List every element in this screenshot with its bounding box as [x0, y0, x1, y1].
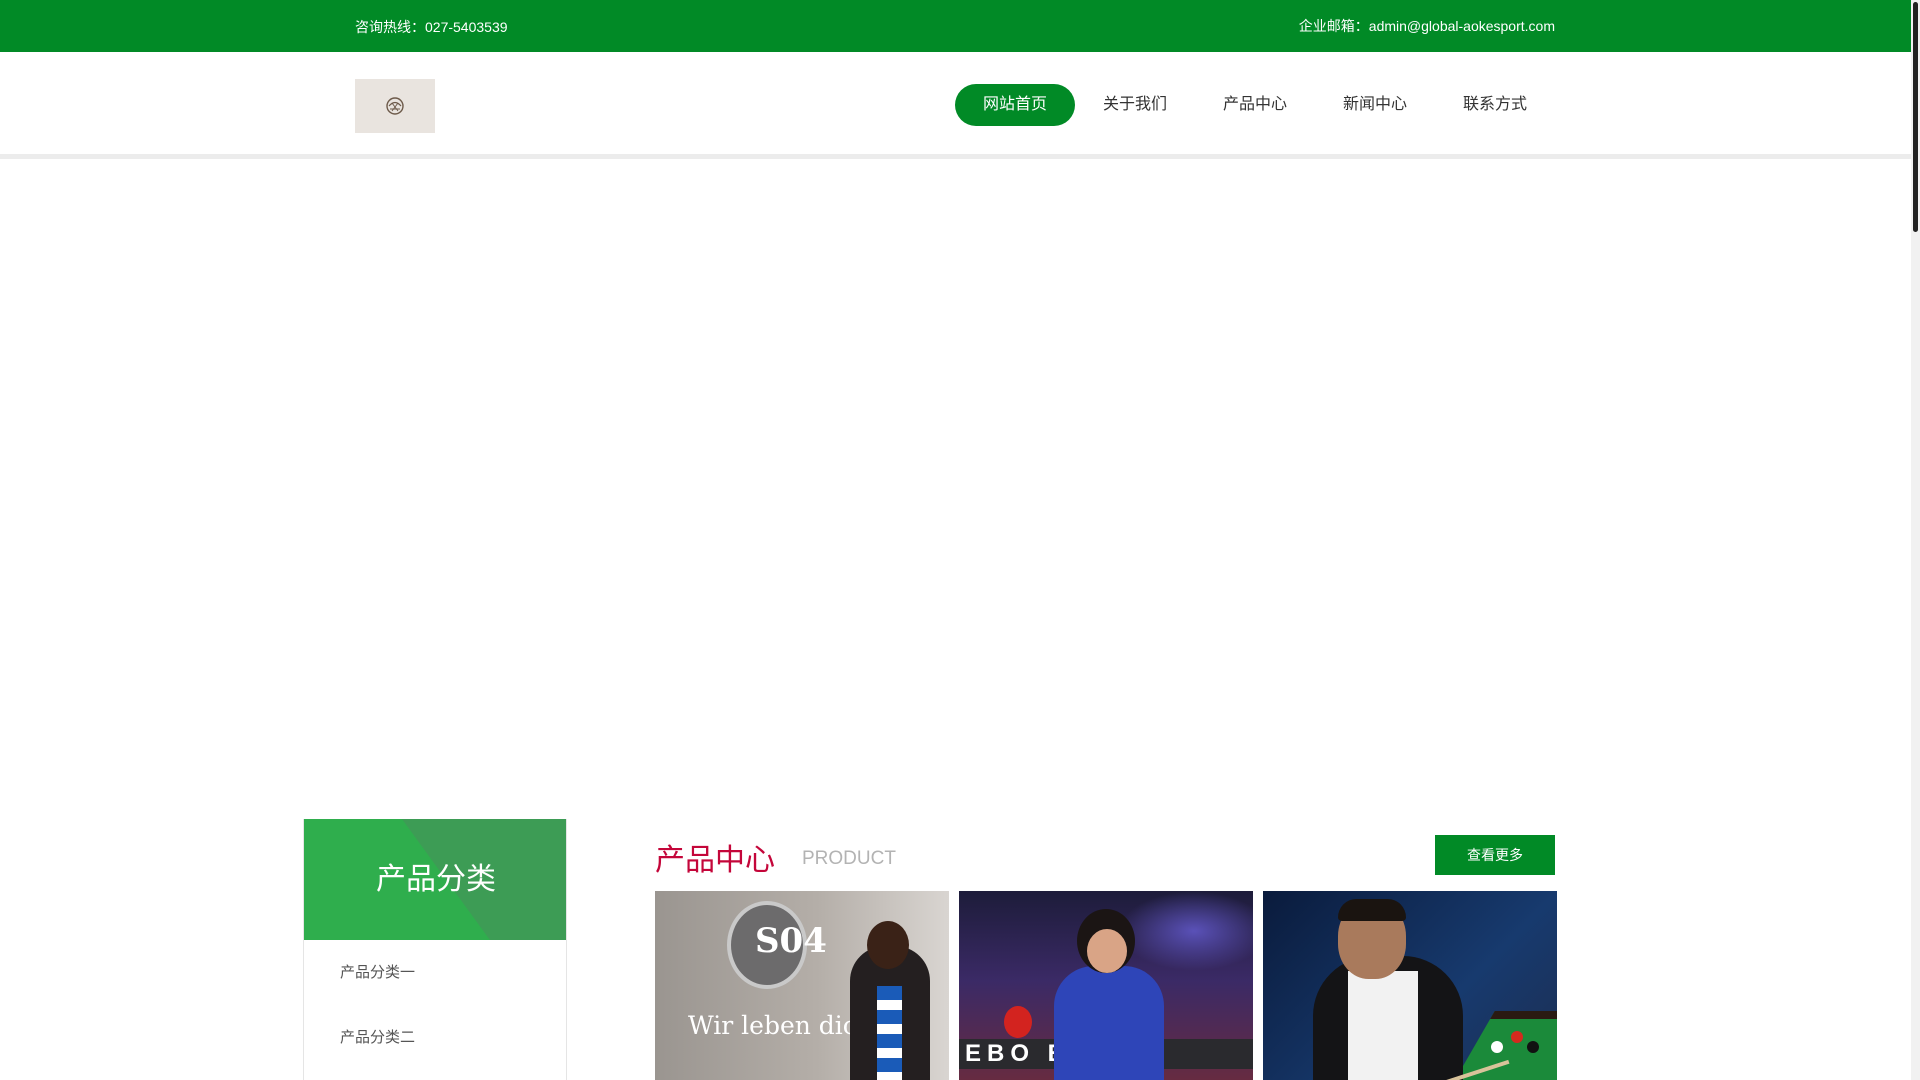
sidebar-title: 产品分类 [376, 863, 496, 896]
scrollbar-thumb[interactable] [1913, 2, 1918, 232]
nav-item-products[interactable]: 产品中心 [1195, 84, 1315, 126]
wall-slogan-text: Wir leben dich [688, 1011, 873, 1040]
sidebar-header: 产品分类 [304, 819, 566, 940]
player-hair [1338, 899, 1406, 921]
nav-item-about[interactable]: 关于我们 [1075, 84, 1195, 126]
product-card-1[interactable]: S04 Wir leben dich [655, 891, 949, 1080]
player-body [1054, 966, 1164, 1080]
player-shirt [1348, 971, 1418, 1080]
hotline-text: 咨询热线：027-5403539 [355, 19, 508, 35]
section-subtitle: PRODUCT [802, 848, 896, 869]
billiard-ball [1491, 1041, 1503, 1053]
paddle-image [1004, 1006, 1032, 1038]
main-nav: 网站首页 关于我们 产品中心 新闻中心 联系方式 [955, 84, 1555, 126]
site-logo[interactable] [355, 79, 435, 133]
person-head [867, 921, 909, 969]
email-text[interactable]: 企业邮箱：admin@global-aokesport.com [1299, 16, 1555, 36]
view-more-button[interactable]: 查看更多 [1435, 835, 1555, 875]
product-list: S04 Wir leben dich EBO ER [655, 891, 1557, 1080]
logo-emblem-icon [386, 97, 404, 115]
billiard-ball [1527, 1041, 1539, 1053]
product-card-3[interactable] [1263, 891, 1557, 1080]
category-sidebar: 产品分类 产品分类一 产品分类二 [303, 819, 567, 1080]
top-bar: 咨询热线：027-5403539 企业邮箱：admin@global-aokes… [0, 0, 1911, 52]
site-header: 网站首页 关于我们 产品中心 新闻中心 联系方式 [0, 52, 1911, 159]
player-face [1087, 929, 1127, 973]
billiard-ball [1511, 1031, 1523, 1043]
page-scrollbar[interactable] [1911, 0, 1920, 1080]
nav-item-news[interactable]: 新闻中心 [1315, 84, 1435, 126]
product-card-2[interactable]: EBO ER [959, 891, 1253, 1080]
club-badge-text: S04 [755, 921, 827, 961]
sidebar-item-category-2[interactable]: 产品分类二 [304, 1005, 566, 1070]
nav-item-home[interactable]: 网站首页 [955, 84, 1075, 126]
section-title: 产品中心 [655, 844, 775, 877]
sidebar-item-category-1[interactable]: 产品分类一 [304, 940, 566, 1005]
nav-item-contact[interactable]: 联系方式 [1435, 84, 1555, 126]
stage-light [1119, 891, 1253, 971]
scarf-image [877, 986, 902, 1080]
